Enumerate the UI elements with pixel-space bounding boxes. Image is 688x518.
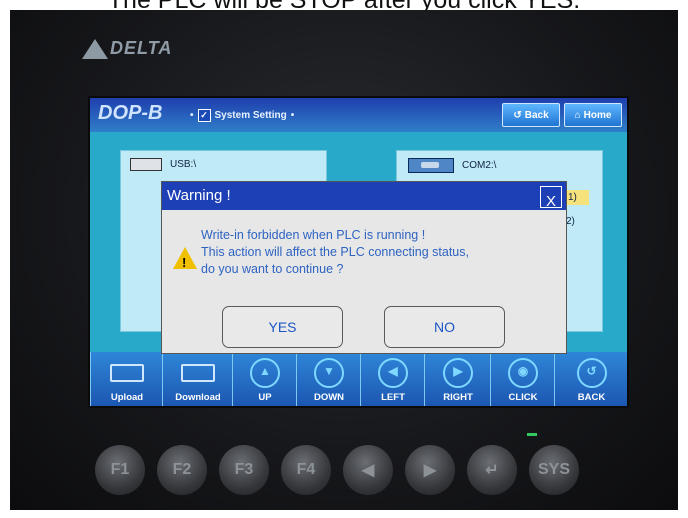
- message-line-2: This action will affect the PLC connecti…: [201, 245, 469, 259]
- download-label: Download: [175, 392, 221, 403]
- f2-key[interactable]: F2: [157, 445, 207, 495]
- up-label: UP: [258, 392, 272, 403]
- up-arrow-icon: ▲: [250, 358, 280, 388]
- hardware-keypad: F1 F2 F3 F4 ◀ ▶ ↵ SYS: [95, 445, 579, 495]
- download-button[interactable]: Download: [162, 352, 233, 406]
- right-label: RIGHT: [443, 392, 473, 403]
- down-button[interactable]: ▼ DOWN: [296, 352, 361, 406]
- bullet-icon: •: [190, 110, 194, 121]
- usb-drive-icon: [130, 158, 162, 171]
- com-path-label: COM2:\: [462, 160, 497, 171]
- dop-logo: DOP-B: [98, 102, 163, 124]
- back-button[interactable]: ↺ Back: [502, 103, 560, 127]
- right-arrow-icon: ▶: [443, 358, 473, 388]
- com-port-icon: [408, 158, 454, 173]
- left-arrow-icon: ◀: [378, 358, 408, 388]
- message-line-3: do you want to continue ?: [201, 262, 344, 276]
- brand-name: DELTA: [110, 38, 173, 58]
- hmi-screen: DOP-B • ✓ System Setting • ↺ Back ⌂ Home…: [88, 96, 629, 408]
- delta-logo: DELTA: [82, 38, 172, 59]
- message-line-1: Write-in forbidden when PLC is running !: [201, 228, 426, 242]
- delta-triangle-icon: [82, 38, 108, 59]
- enter-key[interactable]: ↵: [467, 445, 517, 495]
- down-arrow-icon: ▼: [314, 358, 344, 388]
- close-icon: X: [546, 193, 557, 210]
- f1-key[interactable]: F1: [95, 445, 145, 495]
- close-button[interactable]: X: [540, 186, 562, 210]
- breadcrumb: • ✓ System Setting •: [190, 109, 294, 122]
- up-button[interactable]: ▲ UP: [232, 352, 297, 406]
- status-led: [527, 433, 537, 436]
- usb-panel-title: USB:\: [130, 158, 196, 171]
- upload-label: Upload: [110, 392, 144, 403]
- no-button[interactable]: NO: [384, 306, 505, 348]
- back-bottom-label: BACK: [577, 392, 606, 403]
- com-panel-title: COM2:\: [408, 158, 496, 173]
- bullet-icon: •: [290, 110, 295, 121]
- checkbox-icon: ✓: [197, 109, 211, 122]
- upload-icon: [110, 364, 144, 382]
- click-icon: ◉: [508, 358, 538, 388]
- left-label: LEFT: [381, 392, 405, 403]
- right-key[interactable]: ▶: [405, 445, 455, 495]
- back-label: Back: [524, 109, 549, 121]
- warning-dialog: Warning ! X ! Write-in forbidden when PL…: [161, 181, 567, 354]
- bottom-toolbar: Upload Download ▲ UP ▼ DOWN ◀ LEFT ▶ RIG…: [90, 352, 627, 406]
- left-key[interactable]: ◀: [343, 445, 393, 495]
- left-button[interactable]: ◀ LEFT: [360, 352, 425, 406]
- f4-key[interactable]: F4: [281, 445, 331, 495]
- back-loop-icon: ↺: [576, 358, 607, 388]
- back-arrow-icon: ↺: [513, 109, 522, 121]
- home-label: Home: [583, 109, 612, 121]
- sys-key[interactable]: SYS: [529, 445, 579, 495]
- download-icon: [181, 364, 215, 382]
- com-item-1[interactable]: 1): [566, 190, 589, 205]
- right-button[interactable]: ▶ RIGHT: [424, 352, 491, 406]
- top-bar: DOP-B • ✓ System Setting • ↺ Back ⌂ Home: [90, 98, 627, 132]
- warning-exclamation: !: [182, 255, 187, 270]
- yes-button[interactable]: YES: [222, 306, 343, 348]
- usb-path-label: USB:\: [170, 159, 197, 170]
- click-label: CLICK: [508, 392, 538, 403]
- hmi-device: DELTA DOP-B • ✓ System Setting • ↺ Back …: [10, 10, 678, 510]
- dialog-title-bar: Warning ! X: [162, 182, 566, 210]
- down-label: DOWN: [313, 392, 345, 403]
- home-button[interactable]: ⌂ Home: [564, 103, 622, 127]
- back-bottom-button[interactable]: ↺ BACK: [554, 352, 627, 406]
- home-icon: ⌂: [574, 109, 581, 121]
- breadcrumb-label: System Setting: [214, 110, 287, 121]
- f3-key[interactable]: F3: [219, 445, 269, 495]
- click-button[interactable]: ◉ CLICK: [490, 352, 555, 406]
- com-item-2[interactable]: 2): [566, 216, 575, 227]
- dialog-title: Warning !: [167, 187, 231, 204]
- upload-button[interactable]: Upload: [90, 352, 163, 406]
